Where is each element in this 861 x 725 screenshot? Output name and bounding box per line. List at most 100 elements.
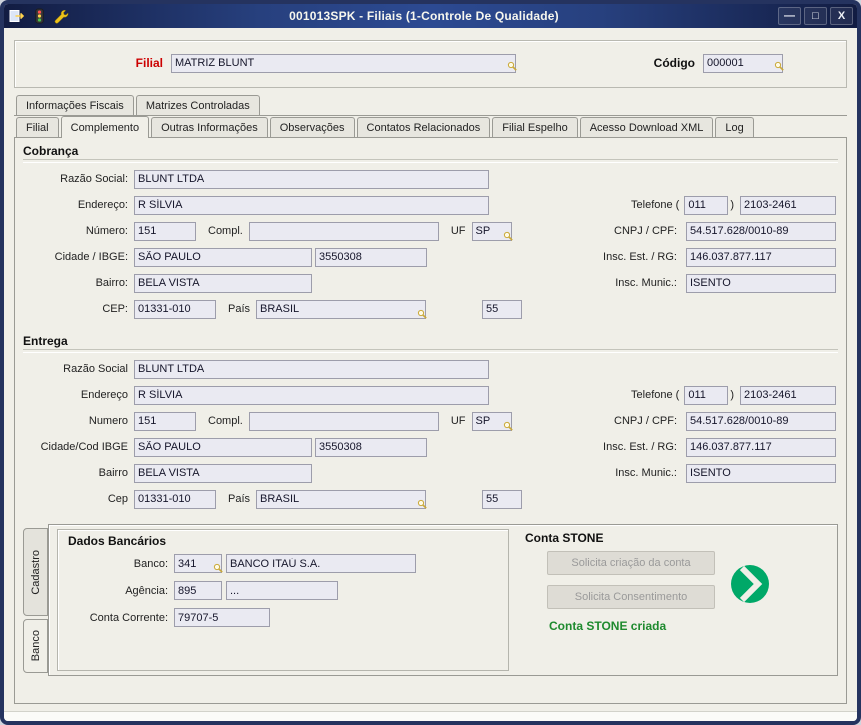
- tab-complemento[interactable]: Complemento: [60, 116, 150, 138]
- ddi-input[interactable]: [482, 489, 523, 509]
- compl-label: Compl.: [208, 225, 243, 237]
- bairro-input[interactable]: [134, 463, 312, 483]
- filial-field: [171, 53, 517, 76]
- filial-input[interactable]: [171, 53, 516, 73]
- conta-corrente-row: Conta Corrente:: [68, 604, 498, 631]
- conta-corrente-input[interactable]: [174, 608, 270, 627]
- compl-input[interactable]: [248, 221, 439, 241]
- lookup-icon[interactable]: [503, 231, 513, 244]
- cobranca-telefone-row: Telefone ( ): [564, 192, 836, 218]
- pais-input[interactable]: [256, 299, 427, 319]
- lookup-icon[interactable]: [503, 421, 513, 434]
- numero-input[interactable]: [134, 411, 196, 431]
- insc-mun-label: Insc. Munic.:: [615, 277, 677, 289]
- maximize-button[interactable]: □: [804, 7, 827, 25]
- entrega-title: Entrega: [23, 334, 68, 348]
- tab-acesso-download-xml[interactable]: Acesso Download XML: [579, 117, 714, 137]
- pais-label: País: [228, 303, 251, 315]
- razao-social-label: Razão Social:: [60, 173, 128, 185]
- insc-mun-label: Insc. Munic.:: [615, 467, 677, 479]
- telefone-input[interactable]: [740, 385, 836, 405]
- tab-row-inner: Filial Complemento Outras Informações Ob…: [14, 116, 847, 138]
- ddd-input[interactable]: [684, 195, 729, 215]
- tab-log[interactable]: Log: [715, 117, 754, 137]
- codigo-field: [703, 53, 784, 76]
- lookup-icon[interactable]: [774, 58, 784, 76]
- lookup-icon[interactable]: [417, 309, 427, 322]
- minimize-button[interactable]: —: [778, 7, 801, 25]
- vertical-tab-banco[interactable]: Banco: [23, 619, 48, 673]
- banco-name-input[interactable]: [226, 554, 416, 573]
- ibge-input[interactable]: [315, 437, 427, 457]
- pais-input[interactable]: [256, 489, 427, 509]
- insc-est-input[interactable]: [686, 437, 836, 457]
- vertical-tab-cadastro[interactable]: Cadastro: [23, 528, 48, 616]
- cobranca-razao-row: Razão Social:: [23, 166, 838, 192]
- numero-label: Numero: [88, 415, 128, 427]
- numero-label: Número:: [85, 225, 128, 237]
- cep-input[interactable]: [134, 299, 216, 319]
- razao-social-input[interactable]: [134, 359, 489, 379]
- vertical-tab-strip: Cadastro Banco: [23, 524, 48, 676]
- tab-contatos-relacionados[interactable]: Contatos Relacionados: [356, 117, 491, 137]
- endereco-input[interactable]: [134, 195, 489, 215]
- cobranca-title: Cobrança: [23, 144, 79, 158]
- cep-label: Cep: [107, 493, 128, 505]
- telefone-close-paren: ): [730, 199, 734, 211]
- insc-est-input[interactable]: [686, 247, 836, 267]
- conta-stone-status: Conta STONE criada: [549, 619, 667, 633]
- razao-social-input[interactable]: [134, 169, 489, 189]
- cidade-input[interactable]: [134, 247, 312, 267]
- bairro-input[interactable]: [134, 273, 312, 293]
- compl-input[interactable]: [248, 411, 439, 431]
- solicita-criacao-button[interactable]: Solicita criação da conta: [547, 551, 715, 575]
- tab-outras-informacoes[interactable]: Outras Informações: [151, 117, 268, 137]
- divider: [23, 159, 838, 163]
- entrega-cnpj-row: CNPJ / CPF:: [564, 408, 836, 434]
- compl-label: Compl.: [208, 415, 243, 427]
- cidade-ibge-label: Cidade / IBGE:: [54, 251, 128, 263]
- tab-informacoes-fiscais[interactable]: Informações Fiscais: [16, 95, 134, 115]
- agencia-input[interactable]: [174, 581, 222, 600]
- close-button[interactable]: X: [830, 7, 853, 25]
- insc-mun-input[interactable]: [686, 273, 836, 293]
- entrega-cep-row: Cep País: [23, 486, 838, 512]
- razao-social-label: Razão Social: [63, 363, 128, 375]
- telefone-input[interactable]: [740, 195, 836, 215]
- tab-filial-espelho[interactable]: Filial Espelho: [492, 117, 578, 137]
- cidade-input[interactable]: [134, 437, 312, 457]
- filial-label: Filial: [135, 56, 163, 70]
- insc-mun-input[interactable]: [686, 463, 836, 483]
- cnpj-label: CNPJ / CPF:: [614, 225, 677, 237]
- ddd-input[interactable]: [684, 385, 729, 405]
- lookup-icon[interactable]: [507, 58, 517, 76]
- cobranca-section: Cobrança Razão Social: Endereço: Número:…: [23, 144, 838, 322]
- endereco-input[interactable]: [134, 385, 489, 405]
- exit-icon[interactable]: [8, 7, 26, 25]
- codigo-input[interactable]: [703, 53, 783, 73]
- entrega-section: Entrega Razão Social Endereço Numero Com…: [23, 334, 838, 512]
- uf-label: UF: [450, 415, 466, 427]
- cidade-ibge-label: Cidade/Cod IBGE: [40, 441, 128, 453]
- agencia-desc-input[interactable]: [226, 581, 338, 600]
- ddi-input[interactable]: [482, 299, 523, 319]
- cnpj-input[interactable]: [686, 221, 836, 241]
- cnpj-input[interactable]: [686, 411, 836, 431]
- endereco-label: Endereço: [80, 389, 128, 401]
- traffic-light-icon[interactable]: [30, 7, 48, 25]
- wrench-icon[interactable]: [52, 7, 70, 25]
- lookup-icon[interactable]: [417, 499, 427, 512]
- numero-input[interactable]: [134, 221, 196, 241]
- ibge-input[interactable]: [315, 247, 427, 267]
- complemento-panel: Cobrança Razão Social: Endereço: Número:…: [14, 138, 847, 704]
- lookup-icon[interactable]: [213, 563, 223, 576]
- header-box: Filial Código: [14, 40, 847, 88]
- cobranca-insc-est-row: Insc. Est. / RG:: [564, 244, 836, 270]
- tab-observacoes[interactable]: Observações: [269, 117, 355, 137]
- cobranca-cnpj-row: CNPJ / CPF:: [564, 218, 836, 244]
- codigo-label: Código: [653, 56, 695, 70]
- solicita-consentimento-button[interactable]: Solicita Consentimento: [547, 585, 715, 609]
- tab-matrizes-controladas[interactable]: Matrizes Controladas: [135, 95, 260, 115]
- cep-input[interactable]: [134, 489, 216, 509]
- tab-filial[interactable]: Filial: [16, 117, 59, 137]
